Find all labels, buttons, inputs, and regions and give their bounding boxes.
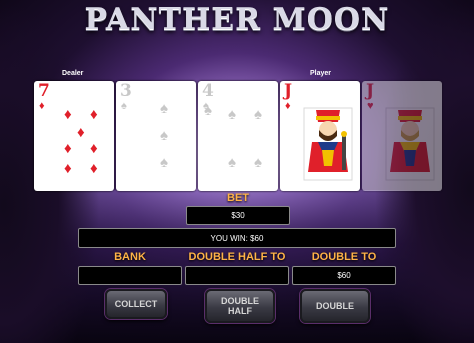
diamond-icon: ♦ xyxy=(39,100,45,112)
spade-icon: ♠ xyxy=(160,127,168,144)
bet-value-field: $30 xyxy=(186,206,290,225)
double-half-button[interactable]: DOUBLE HALF xyxy=(205,289,275,323)
spade-icon: ♠ xyxy=(121,100,127,112)
player-card[interactable]: 3 ♠ ♠ ♠ ♠ xyxy=(116,81,196,191)
spade-icon: ♠ xyxy=(254,106,262,123)
double-half-to-value-field xyxy=(185,266,289,285)
double-to-label: DOUBLE TO xyxy=(311,251,377,263)
game-title: PANTHER MOON xyxy=(84,2,390,37)
spade-icon: ♠ xyxy=(228,106,236,123)
diamond-icon: ♦ xyxy=(90,140,98,157)
diamond-icon: ♦ xyxy=(64,140,72,157)
diamond-icon: ♦ xyxy=(64,160,72,177)
double-half-button-line2: HALF xyxy=(228,306,252,316)
win-message: YOU WIN: $60 xyxy=(78,228,396,248)
card-rank: J xyxy=(366,81,375,101)
spade-icon: ♠ xyxy=(160,154,168,171)
diamond-icon: ♦ xyxy=(64,106,72,123)
player-label: Player xyxy=(310,70,332,77)
card-rank: J xyxy=(284,81,293,101)
jack-face-icon xyxy=(385,107,435,181)
spade-icon: ♠ xyxy=(254,154,262,171)
spade-icon: ♠ xyxy=(160,100,168,117)
diamond-icon: ♦ xyxy=(90,106,98,123)
jack-face-icon xyxy=(303,107,353,181)
double-button[interactable]: DOUBLE xyxy=(300,289,370,323)
card-rank: 4 xyxy=(202,81,214,101)
spade-icon: ♠ xyxy=(228,154,236,171)
diamond-icon: ♦ xyxy=(77,124,85,141)
diamond-icon: ♦ xyxy=(285,100,291,112)
double-to-value-field: $60 xyxy=(292,266,396,285)
bank-value-field xyxy=(78,266,182,285)
player-card[interactable]: J ♦ xyxy=(280,81,360,191)
heart-icon: ♥ xyxy=(367,100,374,112)
dealer-label: Dealer xyxy=(62,70,84,77)
player-card-held[interactable]: J ♥ xyxy=(362,81,442,191)
double-half-button-line1: DOUBLE xyxy=(221,296,259,306)
double-half-to-label: DOUBLE HALF TO xyxy=(188,251,286,263)
diamond-icon: ♦ xyxy=(90,160,98,177)
dealer-card: 7 ♦ ♦ ♦ ♦ ♦ ♦ ♦ ♦ xyxy=(34,81,114,191)
player-card[interactable]: 4 ♠ ♠ ♠ ♠ ♠ ♠ xyxy=(198,81,278,191)
bet-label: BET xyxy=(227,192,249,204)
game-table: PANTHER MOON Dealer Player 7 ♦ ♦ ♦ ♦ ♦ ♦… xyxy=(0,0,474,343)
card-rank: 7 xyxy=(38,81,50,101)
spade-icon: ♠ xyxy=(204,102,212,119)
bank-label: BANK xyxy=(114,251,146,263)
collect-button[interactable]: COLLECT xyxy=(105,289,167,319)
card-rank: 3 xyxy=(120,81,132,101)
